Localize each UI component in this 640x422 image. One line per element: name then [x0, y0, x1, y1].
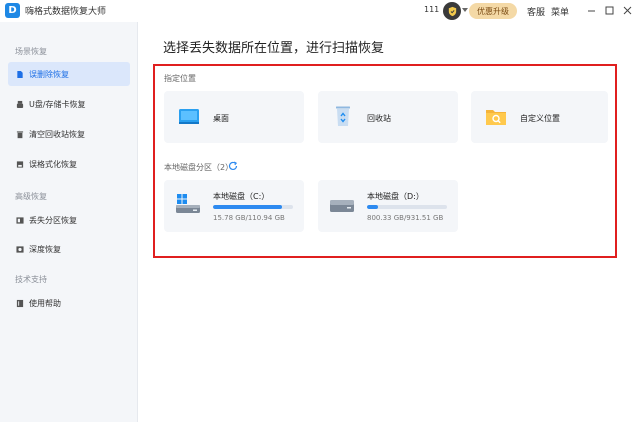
sidebar-item-recycle-recovery[interactable]: 清空回收站恢复: [8, 122, 130, 146]
sidebar-section-title: 高级恢复: [15, 192, 47, 201]
partition-icon: [16, 216, 24, 225]
menu-button[interactable]: 菜单: [551, 5, 569, 18]
sidebar: 场景恢复 误删除恢复 U盘/存储卡恢复 清空回收站恢复 误格式化恢复 高级恢复 …: [0, 22, 138, 422]
sidebar-item-label: 误格式化恢复: [29, 159, 77, 169]
sidebar-item-label: U盘/存储卡恢复: [29, 99, 86, 109]
file-icon: [16, 70, 24, 79]
disk-usage-fill: [213, 205, 282, 209]
windows-drive-icon: [176, 194, 200, 213]
sidebar-item-label: 误删除恢复: [29, 69, 69, 79]
user-id[interactable]: 111: [424, 5, 439, 14]
disk-format-icon: [16, 160, 24, 169]
disk-usage-bar: [367, 205, 447, 209]
sidebar-item-label: 深度恢复: [29, 244, 61, 254]
page-title: 选择丢失数据所在位置，进行扫描恢复: [163, 41, 385, 56]
vip-shield-icon[interactable]: [443, 2, 461, 20]
sidebar-item-format-recovery[interactable]: 误格式化恢复: [8, 152, 130, 176]
disk-name: 本地磁盘（D:）: [367, 192, 424, 201]
maximize-icon[interactable]: [602, 3, 616, 17]
app-logo: D: [5, 3, 20, 18]
sidebar-item-label: 使用帮助: [29, 298, 61, 308]
location-card-recycle-bin[interactable]: 回收站: [318, 91, 458, 143]
close-icon[interactable]: [620, 3, 634, 17]
refresh-icon[interactable]: [228, 161, 238, 171]
disks-section-label: 本地磁盘分区（2）: [164, 163, 234, 172]
chevron-down-icon[interactable]: [462, 8, 468, 12]
desktop-icon: [179, 109, 199, 124]
location-card-desktop[interactable]: 桌面: [164, 91, 304, 143]
disk-size: 15.78 GB/110.94 GB: [213, 214, 285, 222]
location-card-label: 桌面: [213, 114, 229, 123]
disk-size: 800.33 GB/931.51 GB: [367, 214, 444, 222]
folder-search-icon: [486, 110, 506, 125]
deep-scan-icon: [16, 245, 24, 254]
app-title: 嗨格式数据恢复大师: [25, 7, 107, 17]
help-book-icon: [16, 299, 24, 308]
locations-section-label: 指定位置: [164, 74, 196, 83]
sidebar-section-title: 场景恢复: [15, 47, 47, 56]
disk-usage-fill: [367, 205, 379, 209]
upgrade-button[interactable]: 优惠升级: [469, 3, 517, 19]
sidebar-item-usb-recovery[interactable]: U盘/存储卡恢复: [8, 92, 130, 116]
sidebar-item-partition-recovery[interactable]: 丢失分区恢复: [8, 208, 130, 232]
disk-name: 本地磁盘（C:）: [213, 192, 270, 201]
disk-usage-bar: [213, 205, 293, 209]
sidebar-item-deleted-recovery[interactable]: 误删除恢复: [8, 62, 130, 86]
drive-icon: [330, 200, 354, 212]
sidebar-item-label: 清空回收站恢复: [29, 129, 85, 139]
title-bar: D 嗨格式数据恢复大师 111 优惠升级 客服 菜单: [0, 0, 640, 22]
location-card-label: 回收站: [367, 114, 391, 123]
support-button[interactable]: 客服: [527, 5, 545, 18]
recycle-bin-icon: [336, 106, 350, 126]
usb-icon: [16, 100, 24, 109]
disk-card-c[interactable]: 本地磁盘（C:） 15.78 GB/110.94 GB: [164, 180, 304, 232]
sidebar-item-help[interactable]: 使用帮助: [8, 291, 130, 315]
location-card-custom[interactable]: 自定义位置: [471, 91, 608, 143]
sidebar-item-deep-recovery[interactable]: 深度恢复: [8, 237, 130, 261]
location-card-label: 自定义位置: [520, 114, 560, 123]
sidebar-section-title: 技术支持: [15, 275, 47, 284]
disk-card-d[interactable]: 本地磁盘（D:） 800.33 GB/931.51 GB: [318, 180, 458, 232]
sidebar-item-label: 丢失分区恢复: [29, 215, 77, 225]
trash-icon: [16, 130, 24, 139]
minimize-icon[interactable]: [584, 3, 598, 17]
